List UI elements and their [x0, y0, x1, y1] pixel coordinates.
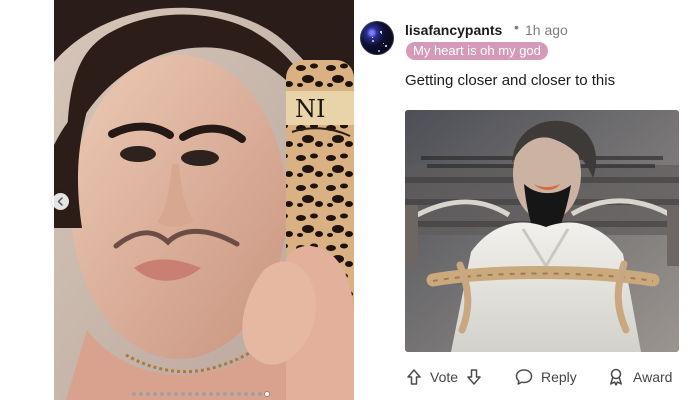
- carousel-dot[interactable]: [216, 392, 220, 396]
- carousel-dot[interactable]: [167, 392, 171, 396]
- vote-controls: Vote: [405, 365, 483, 389]
- svg-text:NI: NI: [295, 95, 325, 123]
- comment-body: Getting closer and closer to this: [405, 72, 616, 89]
- carousel-dot[interactable]: [209, 392, 213, 396]
- carousel-dot[interactable]: [244, 392, 248, 396]
- comment-panel: lisafancypants • 1h ago My heart is oh m…: [356, 0, 700, 400]
- comment-time: 1h ago: [525, 22, 568, 38]
- carousel-dot[interactable]: [230, 392, 234, 396]
- avatar[interactable]: [360, 21, 394, 55]
- carousel-dot[interactable]: [237, 392, 241, 396]
- user-flair: My heart is oh my god: [406, 42, 548, 60]
- carousel-dot[interactable]: [202, 392, 206, 396]
- mirror-selfie-image: NI: [54, 0, 354, 400]
- chevron-left-icon: [57, 197, 63, 206]
- award-label: Award: [633, 369, 673, 385]
- carousel-dot[interactable]: [251, 392, 255, 396]
- meta-separator: •: [514, 19, 519, 35]
- award-button[interactable]: Award: [606, 365, 672, 389]
- carousel-dot[interactable]: [265, 392, 269, 396]
- username[interactable]: lisafancypants: [405, 22, 502, 38]
- carousel-prev-button[interactable]: [52, 193, 69, 210]
- carousel-dot[interactable]: [160, 392, 164, 396]
- carousel-dot[interactable]: [195, 392, 199, 396]
- carousel-dot[interactable]: [153, 392, 157, 396]
- costume-image: [405, 110, 679, 352]
- carousel-dot[interactable]: [188, 392, 192, 396]
- carousel-pagination: [132, 392, 269, 398]
- comment-image[interactable]: [405, 110, 679, 352]
- reply-label: Reply: [541, 369, 577, 385]
- ribbon-award-icon: [610, 368, 622, 386]
- carousel-dot[interactable]: [174, 392, 178, 396]
- carousel-dot[interactable]: [223, 392, 227, 396]
- vote-label: Vote: [430, 369, 459, 385]
- carousel-dot[interactable]: [132, 392, 136, 396]
- comment-actions: Vote Reply Award: [405, 365, 700, 389]
- reply-button[interactable]: Reply: [514, 365, 577, 389]
- left-post-photo: NI: [54, 0, 354, 400]
- carousel-dot[interactable]: [146, 392, 150, 396]
- arrow-up-icon[interactable]: [405, 368, 423, 386]
- carousel-dot[interactable]: [139, 392, 143, 396]
- carousel-dot[interactable]: [181, 392, 185, 396]
- carousel-dot[interactable]: [258, 392, 262, 396]
- arrow-down-icon[interactable]: [465, 368, 483, 386]
- speech-bubble-icon: [515, 369, 533, 385]
